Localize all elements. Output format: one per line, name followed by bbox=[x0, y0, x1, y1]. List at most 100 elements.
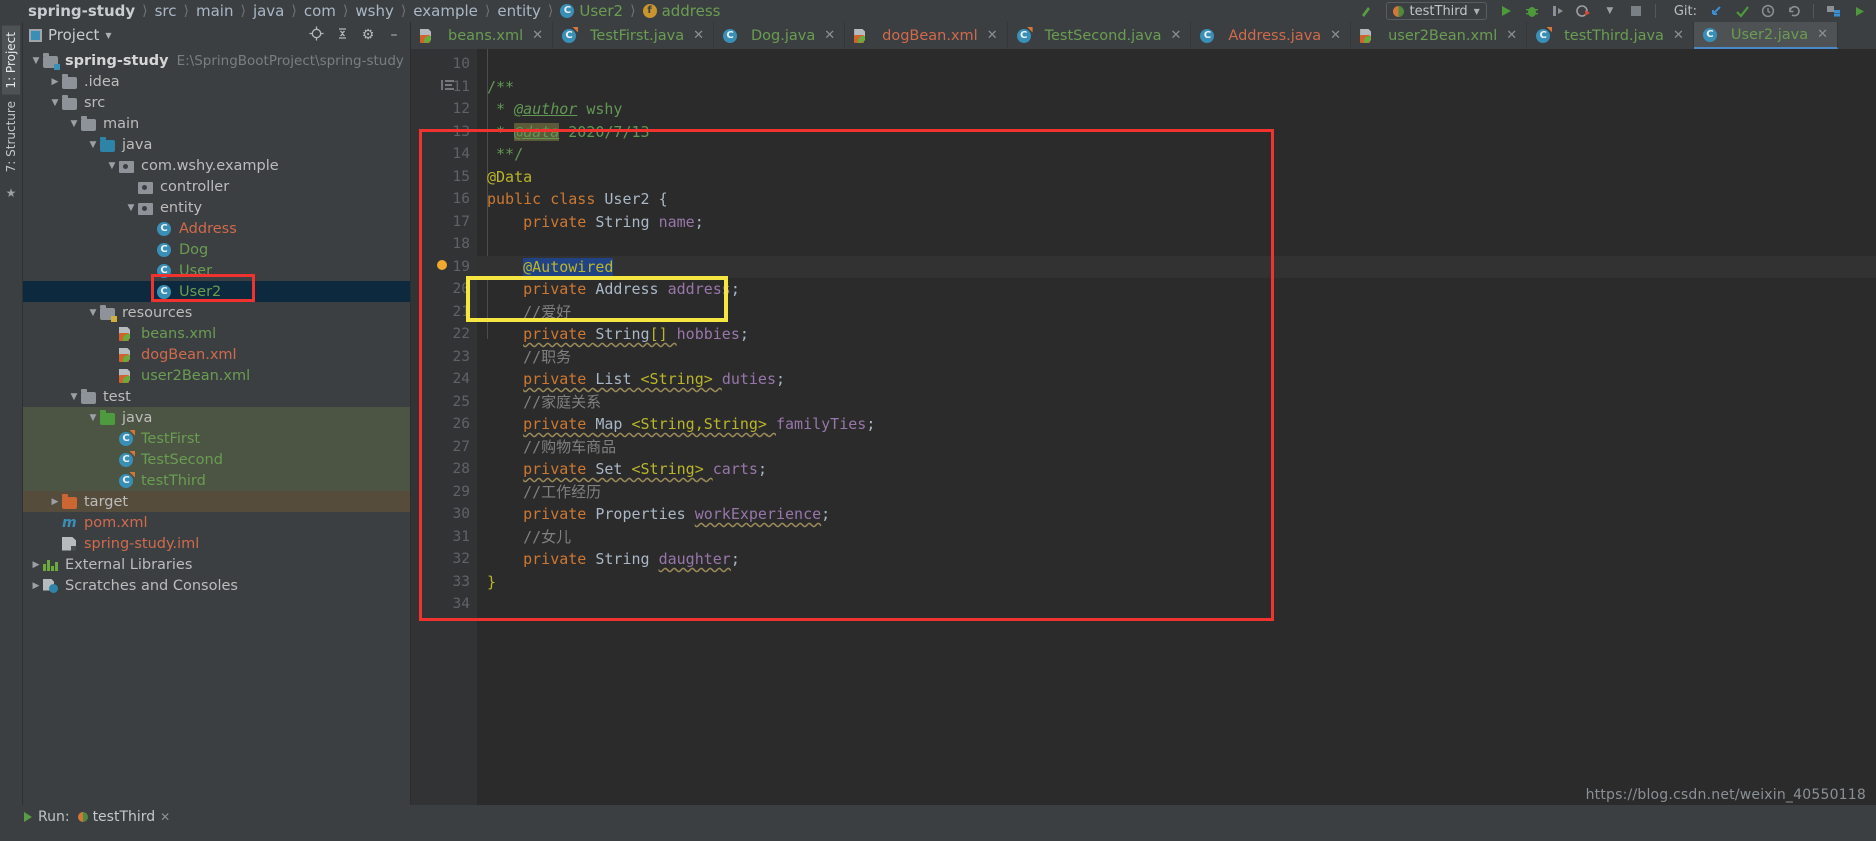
tree-item-entity[interactable]: ▼ entity bbox=[23, 197, 410, 218]
code-line-28[interactable]: private Set <String> carts; bbox=[477, 458, 1876, 481]
build-icon[interactable] bbox=[1356, 1, 1378, 21]
gutter-line-32[interactable]: 32 bbox=[411, 548, 477, 571]
editor-tab-dog-java[interactable]: C Dog.java ✕ bbox=[714, 22, 846, 49]
tree-item-com-wshy-example[interactable]: ▼ com.wshy.example bbox=[23, 155, 410, 176]
gutter-line-18[interactable]: 18 bbox=[411, 233, 477, 256]
gutter-line-28[interactable]: 28 bbox=[411, 458, 477, 481]
code-line-25[interactable]: //家庭关系 bbox=[477, 391, 1876, 414]
stop-icon[interactable] bbox=[1625, 1, 1647, 21]
gutter-line-30[interactable]: 30 bbox=[411, 503, 477, 526]
breadcrumb-item-example[interactable]: example bbox=[413, 2, 478, 20]
breadcrumb-item-java[interactable]: java bbox=[253, 2, 284, 20]
code-line-33[interactable]: } bbox=[477, 571, 1876, 594]
chevron-down-icon[interactable]: ▼ bbox=[86, 140, 100, 150]
breadcrumb-item-com[interactable]: com bbox=[304, 2, 336, 20]
breadcrumb-field[interactable]: address bbox=[662, 2, 721, 20]
history-icon[interactable] bbox=[1757, 1, 1779, 21]
gutter-line-34[interactable]: 34 bbox=[411, 593, 477, 616]
gutter-line-14[interactable]: 14 bbox=[411, 143, 487, 166]
code-line-27[interactable]: //购物车商品 bbox=[477, 436, 1876, 459]
gutter-line-11[interactable]: 11 bbox=[411, 76, 488, 99]
close-icon[interactable]: ✕ bbox=[1506, 28, 1517, 43]
gutter-line-26[interactable]: 26 bbox=[411, 413, 477, 436]
code-line-29[interactable]: //工作经历 bbox=[477, 481, 1876, 504]
tree-item-spring-study[interactable]: ▼ spring-study E:\SpringBootProject\spring… bbox=[23, 50, 410, 71]
chevron-down-icon[interactable]: ▼ bbox=[48, 98, 62, 108]
sidebar-tab-structure[interactable]: 7: Structure bbox=[2, 95, 20, 178]
locate-icon[interactable] bbox=[306, 26, 326, 45]
chevron-right-icon[interactable]: ▶ bbox=[48, 77, 62, 87]
gutter-line-25[interactable]: 25 bbox=[411, 391, 477, 414]
project-panel-title[interactable]: Project bbox=[48, 26, 99, 44]
tree-item-pom-xml[interactable]: m pom.xml bbox=[23, 512, 410, 533]
code-line-26[interactable]: private Map <String,String> familyTies; bbox=[477, 413, 1876, 436]
gutter-line-19[interactable]: 19 bbox=[411, 256, 477, 279]
gutter-line-29[interactable]: 29 bbox=[411, 481, 477, 504]
breadcrumb-item-entity[interactable]: entity bbox=[497, 2, 541, 20]
close-icon[interactable]: ✕ bbox=[987, 28, 998, 43]
editor-tab-testthird-java[interactable]: CtestThird.java ✕ bbox=[1527, 22, 1694, 49]
collapse-all-icon[interactable] bbox=[332, 26, 352, 45]
project-tree[interactable]: ▼ spring-study E:\SpringBootProject\spring… bbox=[23, 48, 410, 805]
gutter-line-15[interactable]: 15 bbox=[411, 166, 477, 189]
rollback-icon[interactable] bbox=[1783, 1, 1805, 21]
code-line-11[interactable]: /** bbox=[477, 76, 1876, 99]
code-line-30[interactable]: private Properties workExperience; bbox=[477, 503, 1876, 526]
update-project-icon[interactable] bbox=[1705, 1, 1727, 21]
tree-item-target[interactable]: ▶ target bbox=[23, 491, 410, 512]
code-line-16[interactable]: public class User2 { bbox=[477, 188, 1876, 211]
chevron-right-icon[interactable]: ▶ bbox=[48, 497, 62, 507]
gutter-line-20[interactable]: 20 bbox=[411, 278, 477, 301]
breadcrumb-item-main[interactable]: main bbox=[196, 2, 233, 20]
debug-icon[interactable] bbox=[1521, 1, 1543, 21]
chevron-right-icon[interactable]: ▶ bbox=[29, 560, 43, 570]
chevron-down-icon[interactable]: ▼ bbox=[124, 203, 138, 213]
editor-tab-address-java[interactable]: C Address.java ✕ bbox=[1191, 22, 1352, 49]
implementation-hierarchy-icon[interactable] bbox=[441, 79, 455, 94]
breadcrumb-class[interactable]: User2 bbox=[579, 2, 623, 20]
code-line-13[interactable]: * @data 2020/7/13 bbox=[477, 121, 1876, 144]
chevron-down-icon[interactable]: ▼ bbox=[67, 392, 81, 402]
tree-item-external-libraries[interactable]: ▶ External Libraries bbox=[23, 554, 410, 575]
close-icon[interactable]: ✕ bbox=[1330, 28, 1341, 43]
code-line-15[interactable]: @Data bbox=[477, 166, 1876, 189]
code-line-23[interactable]: //职务 bbox=[477, 346, 1876, 369]
tree-item-java[interactable]: ▼ java bbox=[23, 134, 410, 155]
code-line-14[interactable]: **/ bbox=[477, 143, 1876, 166]
chevron-down-icon[interactable]: ▼ bbox=[86, 308, 100, 318]
chevron-down-icon[interactable]: ▼ bbox=[105, 31, 111, 40]
tree-item-dogbean-xml[interactable]: dogBean.xml bbox=[23, 344, 410, 365]
tree-item-spring-study-iml[interactable]: spring-study.iml bbox=[23, 533, 410, 554]
editor-tab-user2-java[interactable]: C User2.java ✕ bbox=[1693, 22, 1839, 49]
tree-item-user2bean-xml[interactable]: user2Bean.xml bbox=[23, 365, 410, 386]
tree-item-java[interactable]: ▼ java bbox=[23, 407, 410, 428]
gutter-line-33[interactable]: 33 bbox=[411, 571, 477, 594]
chevron-down-icon[interactable]: ▼ bbox=[29, 56, 43, 66]
code-line-19[interactable]: @Autowired bbox=[477, 255, 1876, 278]
chevron-down-icon[interactable]: ▼ bbox=[105, 161, 119, 171]
editor-tab-user2bean-xml[interactable]: user2Bean.xml ✕ bbox=[1351, 22, 1528, 49]
chevron-down-icon[interactable]: ▼ bbox=[1599, 1, 1621, 21]
tree-item-beans-xml[interactable]: beans.xml bbox=[23, 323, 410, 344]
code-line-32[interactable]: private String daughter; bbox=[477, 548, 1876, 571]
editor-gutter[interactable]: 10 11 12 13 14 15 16 17 18 19 20 21 22 23 24 25 26 27 28 29… bbox=[411, 49, 488, 805]
code-editor[interactable]: /** * @author wshy * @data 2020/7/13 **/… bbox=[477, 49, 1876, 805]
code-line-24[interactable]: private List <String> duties; bbox=[477, 368, 1876, 391]
code-line-18[interactable] bbox=[477, 233, 1876, 256]
run-configuration-selector[interactable]: testThird ▼ bbox=[1385, 2, 1487, 20]
tree-item-testfirst[interactable]: C TestFirst bbox=[23, 428, 410, 449]
gutter-line-12[interactable]: 12 bbox=[411, 98, 477, 121]
profiler-icon[interactable] bbox=[1573, 1, 1595, 21]
close-icon[interactable]: ✕ bbox=[532, 28, 543, 43]
code-line-17[interactable]: private String name; bbox=[477, 211, 1876, 234]
gutter-line-24[interactable]: 24 bbox=[411, 368, 477, 391]
gutter-line-13[interactable]: 13 bbox=[411, 121, 477, 144]
tree-item--idea[interactable]: ▶ .idea bbox=[23, 71, 410, 92]
gutter-line-22[interactable]: 22 bbox=[411, 323, 477, 346]
editor-tab-beans-xml[interactable]: beans.xml ✕ bbox=[411, 22, 554, 49]
close-icon[interactable]: ✕ bbox=[1673, 28, 1684, 43]
gutter-line-23[interactable]: 23 bbox=[411, 346, 477, 369]
chevron-down-icon[interactable]: ▼ bbox=[67, 119, 81, 129]
code-line-12[interactable]: * @author wshy bbox=[477, 98, 1876, 121]
tree-item-resources[interactable]: ▼ resources bbox=[23, 302, 410, 323]
